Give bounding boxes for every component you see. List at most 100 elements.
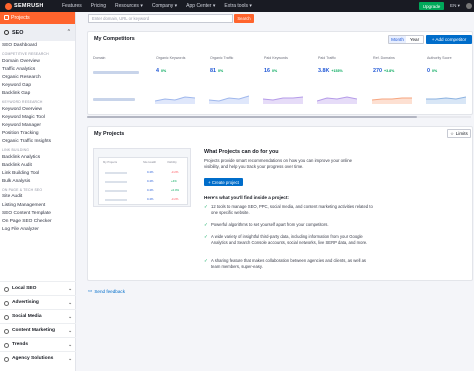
- domain-placeholder[interactable]: [93, 71, 139, 74]
- header-paid-keywords: Paid Keywords: [264, 56, 288, 60]
- sidebar-item-social-media[interactable]: Social Media ⌄: [0, 309, 76, 323]
- header-organic-keywords: Organic Keywords: [156, 56, 186, 60]
- search-button[interactable]: Search: [234, 14, 254, 23]
- info-icon: ☆: [450, 131, 454, 136]
- semrush-logo[interactable]: SEMRUSH: [0, 2, 52, 10]
- organic-keywords-sparkline: [155, 96, 195, 104]
- header-domain: Domain: [93, 56, 106, 60]
- chevron-down-icon: ⌄: [68, 300, 72, 305]
- sidebar-section-on-page-tech-seo: ON PAGE & TECH SEO: [2, 187, 43, 192]
- organic-traffic-value[interactable]: 81 0%: [210, 68, 223, 74]
- sidebar-item-seo-dashboard[interactable]: SEO Dashboard: [0, 42, 75, 50]
- paid-traffic-value[interactable]: 3.8K +153%: [318, 68, 343, 74]
- sidebar-item-backlink-analytics[interactable]: Backlink Analytics: [0, 154, 75, 162]
- nav-resources[interactable]: Resources ▾: [115, 3, 143, 9]
- semrush-logo-icon: [5, 2, 12, 10]
- sidebar-section-link-building: LINK BUILDING: [2, 148, 30, 153]
- nav-features[interactable]: Features: [62, 3, 82, 9]
- sidebar-item-keyword-manager[interactable]: Keyword Manager: [0, 122, 75, 130]
- preview-header-projects: My Projects: [103, 161, 118, 164]
- preview-row: 0.4% +0.0%: [103, 188, 183, 193]
- sidebar-item-trends[interactable]: Trends ⌄: [0, 337, 76, 351]
- chevron-down-icon: ⌄: [68, 356, 72, 361]
- scrollbar-thumb[interactable]: [87, 116, 417, 118]
- advertising-icon: [4, 301, 9, 306]
- nav-pricing[interactable]: Pricing: [91, 3, 106, 9]
- month-toggle-button[interactable]: Month: [389, 36, 406, 43]
- sidebar-item-on-page-seo-checker[interactable]: On Page SEO Checker: [0, 218, 75, 226]
- send-feedback-link[interactable]: ▭ Send feedback: [88, 288, 125, 294]
- sidebar-item-log-file-analyzer[interactable]: Log File Analyzer: [0, 226, 75, 234]
- organic-keywords-value[interactable]: 4 0%: [156, 68, 166, 74]
- sidebar: Projects SEO ⌃ SEO Dashboard COMPETITIVE…: [0, 12, 76, 371]
- sidebar-item-bulk-analysis[interactable]: Bulk Analysis: [0, 178, 75, 186]
- sidebar-item-position-tracking[interactable]: Position Tracking: [0, 130, 75, 138]
- check-icon: ✓: [204, 222, 208, 227]
- chevron-down-icon: ⌄: [68, 314, 72, 319]
- ref-domains-value[interactable]: 270 +3.8%: [373, 68, 394, 74]
- sidebar-item-seo-content-template[interactable]: SEO Content Template: [0, 210, 75, 218]
- check-icon: ✓: [204, 234, 208, 239]
- chevron-down-icon: ⌄: [68, 342, 72, 347]
- competitors-title: My Competitors: [94, 36, 135, 42]
- sidebar-item-projects[interactable]: Projects: [0, 12, 75, 24]
- check-icon: ✓: [204, 204, 208, 209]
- upgrade-button[interactable]: Upgrade: [419, 2, 444, 10]
- year-toggle-button[interactable]: Year: [406, 36, 423, 43]
- social-media-icon: [4, 315, 9, 320]
- authority-score-value[interactable]: 0 0%: [427, 68, 437, 74]
- sidebar-item-traffic-analytics[interactable]: Traffic Analytics: [0, 66, 75, 74]
- sidebar-item-advertising[interactable]: Advertising ⌄: [0, 295, 76, 309]
- chevron-down-icon: ⌄: [68, 286, 72, 291]
- sidebar-item-organic-research[interactable]: Organic Research: [0, 74, 75, 82]
- period-toggle: Month Year: [388, 35, 424, 44]
- header-authority-score: Authority Score: [427, 56, 452, 60]
- domain-placeholder: [93, 98, 135, 101]
- sidebar-item-seo[interactable]: SEO ⌃: [0, 24, 75, 41]
- sidebar-item-domain-overview[interactable]: Domain Overview: [0, 58, 75, 66]
- projects-icon: [4, 15, 9, 20]
- authority-score-sparkline: [426, 96, 466, 104]
- preview-row: 0.4% -3.2%: [103, 197, 183, 202]
- create-project-button[interactable]: + Create project: [204, 178, 243, 186]
- sidebar-item-agency-solutions[interactable]: Agency Solutions ⌄: [0, 351, 76, 365]
- chevron-up-icon: ⌃: [66, 29, 71, 35]
- competitors-scrollbar[interactable]: [87, 116, 471, 118]
- content-marketing-icon: [4, 329, 9, 334]
- header-paid-traffic: Paid Traffic: [318, 56, 336, 60]
- user-avatar-icon[interactable]: [466, 3, 472, 9]
- feature-list-item: ✓ 12 tools to manage SEO, PPC, social med…: [204, 204, 373, 215]
- header-ref-domains: Ref. Domains: [373, 56, 395, 60]
- search-input[interactable]: Enter domain, URL or keyword: [88, 14, 233, 23]
- nav-extra-tools[interactable]: Extra tools ▾: [224, 3, 252, 9]
- sidebar-item-site-audit[interactable]: Site Audit: [0, 193, 75, 201]
- sidebar-item-keyword-overview[interactable]: Keyword Overview: [0, 106, 75, 114]
- ref-domains-sparkline: [372, 97, 412, 104]
- sidebar-item-keyword-magic-tool[interactable]: Keyword Magic Tool: [0, 114, 75, 122]
- preview-header-visibility: Visibility: [167, 161, 177, 164]
- feature-list-item: ✓ Powerful algorithms to set yourself apa…: [204, 222, 329, 227]
- paid-keywords-sparkline: [263, 96, 303, 104]
- preview-row: 0.4% +4%: [103, 179, 183, 184]
- sidebar-item-content-marketing[interactable]: Content Marketing ⌄: [0, 323, 76, 337]
- projects-preview-illustration: My Projects Site Health Visibility 0.4% -…: [93, 148, 191, 207]
- preview-row: 0.4% -3.2%: [103, 170, 183, 175]
- sidebar-item-backlink-gap[interactable]: Backlink Gap: [0, 90, 75, 98]
- limits-button[interactable]: ☆ Limits: [447, 129, 471, 138]
- sidebar-item-link-building-tool[interactable]: Link Building Tool: [0, 170, 75, 178]
- add-competitor-button[interactable]: + Add competitor: [426, 35, 472, 44]
- preview-header-site-health: Site Health: [143, 161, 157, 164]
- paid-keywords-value[interactable]: 16 0%: [264, 68, 277, 74]
- sidebar-item-listing-management[interactable]: Listing Management: [0, 202, 75, 210]
- organic-traffic-sparkline: [209, 95, 249, 104]
- sidebar-item-organic-traffic-insights[interactable]: Organic Traffic Insights: [0, 138, 75, 146]
- sidebar-section-keyword-research: KEYWORD RESEARCH: [2, 100, 43, 105]
- language-selector[interactable]: EN ▾: [450, 3, 460, 9]
- nav-app-center[interactable]: App Center ▾: [186, 3, 215, 9]
- nav-company[interactable]: Company ▾: [152, 3, 177, 9]
- sidebar-item-backlink-audit[interactable]: Backlink Audit: [0, 162, 75, 170]
- sidebar-item-local-seo[interactable]: Local SEO ⌄: [0, 281, 76, 295]
- trends-icon: [4, 343, 9, 348]
- feature-list-item: ✓ A sharing feature that makes collaborat…: [204, 258, 367, 269]
- sidebar-item-keyword-gap[interactable]: Keyword Gap: [0, 82, 75, 90]
